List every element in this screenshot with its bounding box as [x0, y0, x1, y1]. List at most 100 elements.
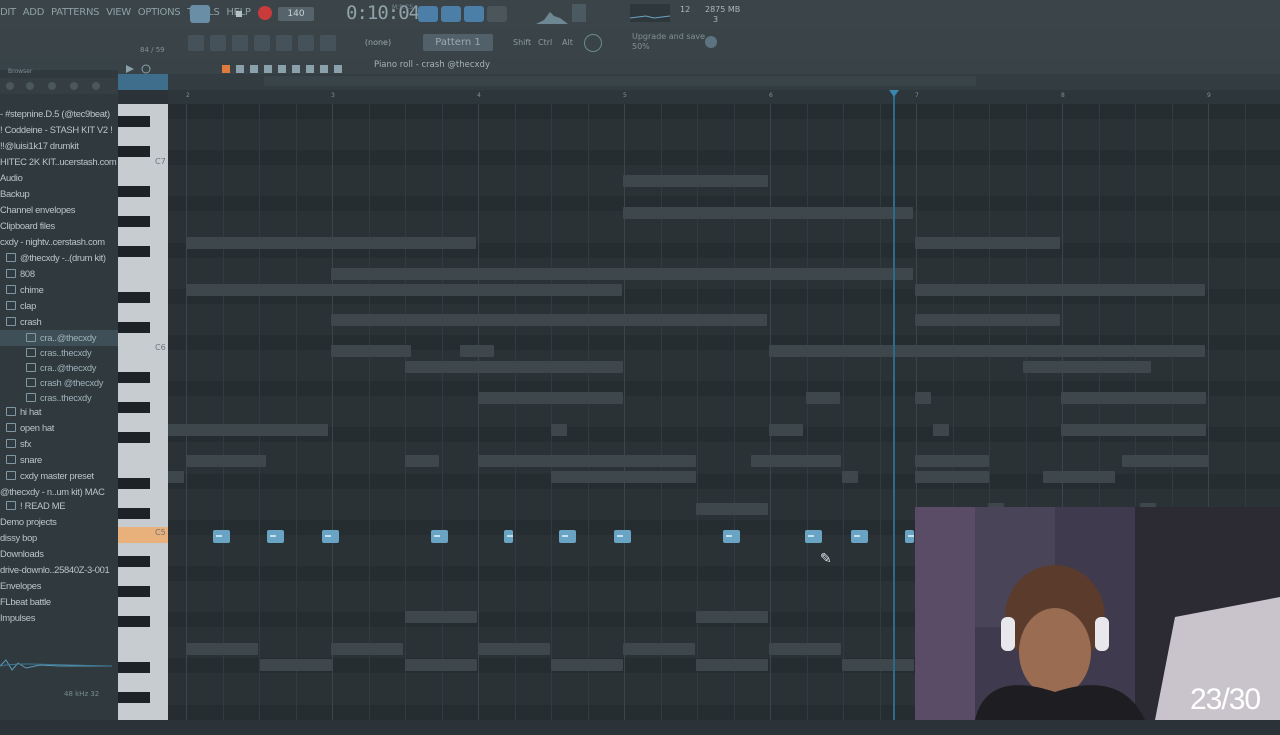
ghost-note [478, 455, 696, 467]
pattern-song-toggle[interactable] [190, 5, 210, 23]
browser-item[interactable]: ! READ ME [0, 498, 124, 514]
playhead-marker[interactable] [889, 90, 899, 97]
black-key[interactable] [118, 616, 150, 627]
menu-options[interactable]: OPTIONS [138, 7, 181, 18]
browser-item[interactable]: Demo projects [0, 514, 118, 530]
browser-item[interactable]: Envelopes [0, 578, 118, 594]
ghost-note [478, 392, 623, 404]
browser-item[interactable]: Impulses [0, 610, 118, 626]
countdown-button[interactable] [464, 6, 484, 22]
ctrl-key[interactable]: Ctrl [538, 34, 552, 51]
browser-item[interactable]: Audio [0, 170, 118, 186]
note-c5[interactable] [559, 530, 576, 543]
note-c5[interactable] [905, 530, 914, 543]
alt-key[interactable]: Alt [562, 34, 573, 51]
folder-icon [6, 317, 16, 326]
browser-item[interactable]: snare [0, 452, 124, 468]
black-key[interactable] [118, 186, 150, 197]
browser-item[interactable]: cxdy - nightv..cerstash.com [0, 234, 118, 250]
browser-item[interactable]: open hat [0, 420, 124, 436]
browser-item[interactable]: drive-downlo..25840Z-3-001 [0, 562, 118, 578]
browser-item-label: ! READ ME [20, 500, 66, 511]
ghost-note [842, 659, 914, 671]
browser-item[interactable]: Downloads [0, 546, 118, 562]
browser-item[interactable]: HITEC 2K KIT..ucerstash.com [0, 154, 118, 170]
note-c5[interactable] [805, 530, 822, 543]
note-c5[interactable] [851, 530, 868, 543]
browser-item[interactable]: Channel envelopes [0, 202, 118, 218]
piano-roll-scroll-strip[interactable] [118, 74, 1280, 90]
browser-item[interactable]: chime [0, 282, 124, 298]
note-c5[interactable] [267, 530, 284, 543]
menu-patterns[interactable]: PATTERNS [51, 7, 100, 18]
browser-item[interactable]: FLbeat battle [0, 594, 118, 610]
browser-item-label: cxdy master preset [20, 470, 94, 481]
wait-input-button[interactable] [441, 6, 461, 22]
black-key[interactable] [118, 216, 150, 227]
tool-shortcuts [188, 34, 338, 52]
grid-row [168, 135, 1280, 150]
black-key[interactable] [118, 146, 150, 157]
step-edit-button[interactable] [487, 6, 507, 22]
black-key[interactable] [118, 692, 150, 703]
browser-item[interactable]: clap [0, 298, 124, 314]
ghost-note [168, 424, 328, 436]
ghost-note [186, 237, 476, 249]
ghost-note [1122, 455, 1208, 467]
ghost-note [915, 455, 989, 467]
black-key[interactable] [118, 372, 150, 383]
sample-rate-label: 48 kHz 32 [64, 690, 100, 698]
note-c5[interactable] [614, 530, 631, 543]
browser-item[interactable]: @thecxdy -..(drum kit) [0, 250, 124, 266]
browser-item[interactable]: !!@luisi1k17 drumkit [0, 138, 118, 154]
menu-add[interactable]: ADD [23, 7, 45, 18]
note-c5[interactable] [504, 530, 513, 543]
metronome-button[interactable] [418, 6, 438, 22]
browser-item[interactable]: ! Coddeine - STASH KIT V2 ! [0, 122, 118, 138]
record-button[interactable] [258, 6, 272, 20]
black-key[interactable] [118, 402, 150, 413]
browser-item[interactable]: 808 [0, 266, 124, 282]
black-key[interactable] [118, 246, 150, 257]
note-c5[interactable] [213, 530, 230, 543]
browser-item[interactable]: - #stepnine.D.5 (@tec9beat) [0, 106, 118, 122]
shift-key[interactable]: Shift [513, 34, 531, 51]
note-c5[interactable] [322, 530, 339, 543]
record-audio-icon[interactable] [584, 34, 602, 52]
browser-item[interactable]: cxdy master preset [0, 468, 124, 484]
browser-item[interactable]: sfx [0, 436, 124, 452]
tempo-display[interactable]: 140 [278, 7, 314, 21]
browser-item[interactable]: Clipboard files [0, 218, 118, 234]
play-icon[interactable] [212, 7, 226, 21]
channel-select[interactable]: (none) [352, 34, 404, 51]
news-panel[interactable]: Upgrade and save 50% [632, 32, 705, 52]
black-key[interactable] [118, 478, 150, 489]
stop-button[interactable] [232, 7, 246, 21]
black-key[interactable] [118, 432, 150, 443]
magnet-icon [141, 64, 151, 74]
tag-icon [92, 82, 100, 90]
note-c5[interactable] [723, 530, 740, 543]
playback-tool-icon [320, 65, 328, 73]
menu-edit[interactable]: DIT [0, 7, 16, 18]
browser-item[interactable]: dissy bop [0, 530, 118, 546]
note-c5[interactable] [431, 530, 448, 543]
black-key[interactable] [118, 662, 150, 673]
black-key[interactable] [118, 508, 150, 519]
black-key[interactable] [118, 116, 150, 127]
browser-item[interactable]: hi hat [0, 404, 124, 420]
black-key[interactable] [118, 292, 150, 303]
browser-item[interactable]: Backup [0, 186, 118, 202]
ghost-note [478, 643, 550, 655]
black-key[interactable] [118, 586, 150, 597]
black-key[interactable] [118, 322, 150, 333]
ghost-note [915, 237, 1060, 249]
pattern-selector[interactable]: Pattern 1 [423, 34, 493, 51]
browser-item[interactable]: crash [0, 314, 124, 330]
playhead-line [893, 90, 895, 720]
grid-row [168, 443, 1280, 458]
online-icon[interactable] [705, 36, 717, 48]
menu-view[interactable]: VIEW [106, 7, 131, 18]
mixer-icon[interactable] [572, 4, 586, 22]
black-key[interactable] [118, 556, 150, 567]
